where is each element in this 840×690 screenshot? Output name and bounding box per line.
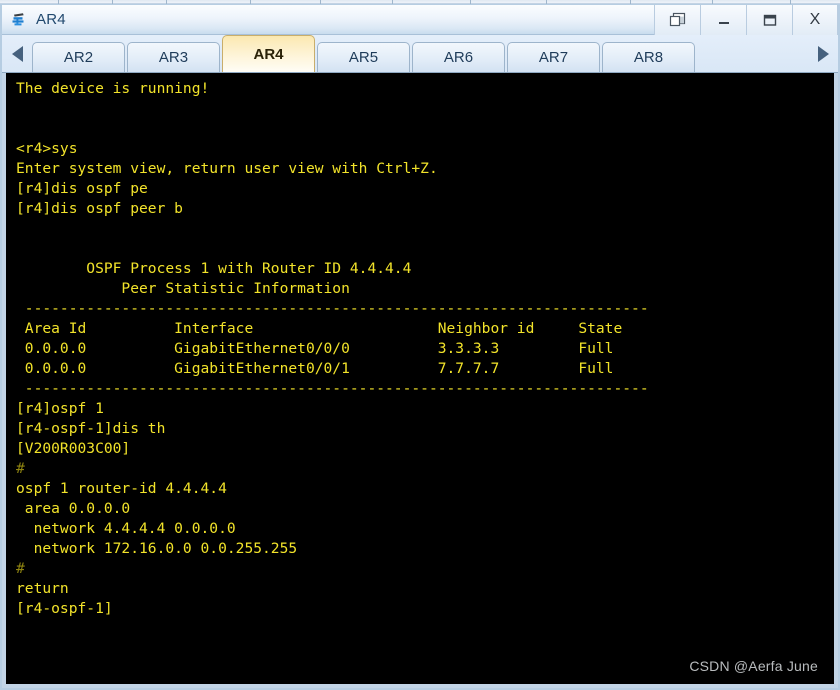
console-line: # [16,560,25,577]
tab-scroll-right-button[interactable] [808,36,838,72]
window-title: AR4 [36,11,66,28]
window-controls: X [654,4,838,35]
console-line: [V200R003C00] [16,440,131,457]
maximize-icon [763,14,776,26]
console-line: ospf 1 router-id 4.4.4.4 [16,480,227,497]
tab-ar5[interactable]: AR5 [317,42,410,72]
console-line: ----------------------------------------… [16,300,649,317]
terminal-frame: The device is running! <r4>sys Enter syst… [2,73,838,688]
console-line: # [16,460,25,477]
tab-scroll-left-button[interactable] [2,36,32,72]
tab-label: AR3 [158,49,189,66]
chevron-right-icon [817,46,829,62]
background-window-sliver [0,0,840,4]
title-bar: AR4 X [2,4,838,35]
chevron-left-icon [11,46,23,62]
console-line: [r4]dis ospf peer b [16,200,183,217]
console-line: area 0.0.0.0 [16,500,131,517]
tab-label: AR8 [633,49,664,66]
tab-label: AR4 [253,45,284,63]
console-line: network 4.4.4.4 0.0.0.0 [16,520,236,537]
console-line: Area Id Interface Neighbor id State [16,320,623,337]
tab-list: AR2 AR3 AR4 AR5 AR6 AR7 AR8 [32,35,808,72]
router-icon [10,10,30,30]
console-line: 0.0.0.0 GigabitEthernet0/0/1 7.7.7.7 Ful… [16,360,614,377]
tab-ar6[interactable]: AR6 [412,42,505,72]
tab-label: AR7 [538,49,569,66]
emulator-window: AR4 X AR2 AR3 AR4 AR5 AR6 AR7 AR8 The de… [0,0,840,690]
console-line: ----------------------------------------… [16,380,649,397]
console-line: network 172.16.0.0 0.0.255.255 [16,540,298,557]
console-line: return [16,580,69,597]
tab-ar7[interactable]: AR7 [507,42,600,72]
tab-strip-filler [697,42,808,72]
console-line: Peer Statistic Information [16,280,350,297]
tab-ar2[interactable]: AR2 [32,42,125,72]
console-line: Enter system view, return user view with… [16,160,438,177]
console-line: [r4]dis ospf pe [16,180,148,197]
tab-ar3[interactable]: AR3 [127,42,220,72]
tab-label: AR5 [348,49,379,66]
tab-label: AR6 [443,49,474,66]
console-line: OSPF Process 1 with Router ID 4.4.4.4 [16,260,412,277]
tab-ar8[interactable]: AR8 [602,42,695,72]
console-output[interactable]: The device is running! <r4>sys Enter syst… [10,73,830,684]
maximize-button[interactable] [746,4,792,35]
close-button[interactable]: X [792,4,838,35]
console-line: [r4]ospf 1 [16,400,104,417]
restore-window-button[interactable] [654,4,700,35]
console-line: [r4-ospf-1] [16,600,113,617]
tab-label: AR2 [63,49,94,66]
close-icon: X [809,10,821,28]
console-line: <r4>sys [16,140,78,157]
minimize-icon [718,21,729,24]
restore-icon [669,12,685,26]
console-line: [r4-ospf-1]dis th [16,420,166,437]
console-line: The device is running! [16,80,210,97]
minimize-button[interactable] [700,4,746,35]
console-line: 0.0.0.0 GigabitEthernet0/0/0 3.3.3.3 Ful… [16,340,614,357]
tab-ar4[interactable]: AR4 [222,35,315,72]
watermark: CSDN @Aerfa June [689,658,818,674]
device-tab-bar: AR2 AR3 AR4 AR5 AR6 AR7 AR8 [2,35,838,73]
